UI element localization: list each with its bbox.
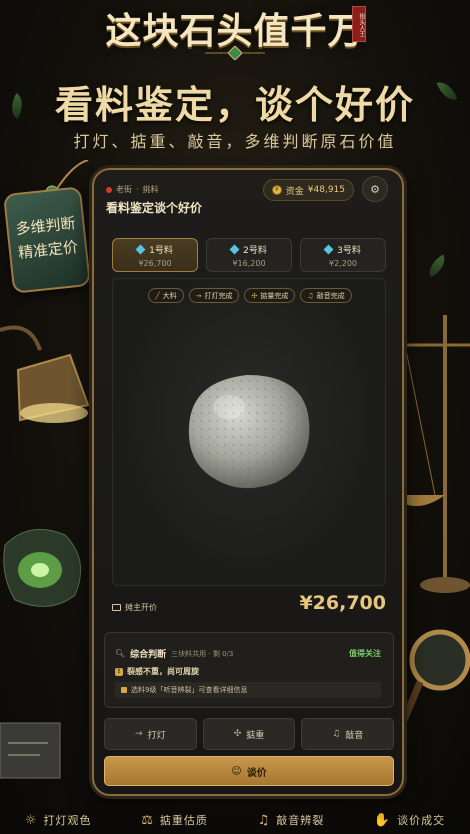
feature-hang-tag: 多维判断 精准定价	[2, 186, 92, 294]
bargain-button[interactable]: ☺ 谈价	[104, 756, 394, 786]
gear-icon: ⚙	[370, 182, 380, 196]
asking-price-row: 摊主开价 ¥26,700	[112, 590, 386, 620]
stone-plaque-decoration	[0, 722, 61, 779]
judgement-hint[interactable]: 选料9级「听音辨裂」可查看详细信息	[115, 682, 381, 698]
stage-title: 看料鉴定谈个好价	[106, 201, 203, 215]
leaf-decoration	[423, 254, 451, 278]
bell-icon: ♫	[332, 729, 341, 739]
funds-label: 资金	[285, 186, 304, 197]
status-chips: ╱ 大料 → 打灯完成 ✣ 掂量完成 ♫ 敲音完成	[113, 288, 387, 303]
judgement-finding: 裂感不重，尚可周旋	[127, 667, 199, 676]
funds-value: ¥48,915	[307, 185, 345, 195]
appraisal-panel: 老街 · 挑料 看料鉴定谈个好价 ¥ 资金 ¥48,915 ⚙ 1号料 ¥26,…	[92, 168, 404, 796]
headline: 看料鉴定，谈个好价	[54, 82, 415, 127]
weight-icon: ✣	[233, 729, 242, 739]
gem-icon	[323, 244, 334, 255]
chip-sound: ♫ 敲音完成	[300, 288, 352, 303]
lock-icon	[121, 687, 127, 693]
step-label: 打灯观色	[43, 814, 92, 827]
alert-icon: !	[115, 667, 123, 676]
title-seal: 街头人王	[352, 6, 366, 42]
chip-label: 掂量完成	[260, 291, 289, 300]
weigh-button-label: 掂重	[246, 730, 265, 741]
knife-icon: ╱	[155, 291, 160, 300]
magnifier-icon: 🔍︎	[115, 649, 126, 658]
tab-stone-price: ¥16,200	[232, 259, 266, 268]
bell-icon: ♫	[307, 291, 314, 300]
settings-button[interactable]: ⚙	[362, 176, 388, 202]
title-ornament	[205, 46, 265, 60]
step-label: 敲音辨裂	[276, 814, 325, 827]
asking-price-label: 摊主开价	[125, 603, 157, 612]
step-label: 谈价成交	[397, 814, 446, 827]
location-separator: ·	[136, 185, 139, 194]
feature-steps: ☼ 打灯观色 ⚖ 掂重估质 ♫ 敲音辨裂 ✋ 谈价成交	[0, 806, 470, 834]
tab-stone-1[interactable]: 1号料 ¥26,700	[112, 238, 198, 272]
knock-button[interactable]: ♫ 敲音	[301, 718, 395, 750]
location-dot-icon	[106, 186, 112, 193]
light-button[interactable]: → 打灯	[104, 718, 197, 750]
tab-stone-2[interactable]: 2号料 ¥16,200	[206, 238, 292, 272]
location-mode: 挑料	[142, 185, 159, 194]
knock-button-label: 敲音	[345, 730, 364, 741]
judgement-status: 值得关注	[349, 649, 381, 658]
step-knock: ♫ 敲音辨裂	[258, 812, 325, 828]
rough-stone-image[interactable]	[181, 369, 317, 493]
step-weigh: ⚖ 掂重估质	[141, 812, 208, 828]
chip-weight: ✣ 掂量完成	[244, 288, 296, 303]
coin-icon: ¥	[271, 185, 282, 195]
funds-badge: ¥ 资金 ¥48,915	[262, 179, 354, 201]
weight-icon: ⚖	[141, 812, 154, 828]
judgement-subtitle: 三块料共用 · 剩 0/3	[171, 649, 234, 658]
tab-stone-3[interactable]: 3号料 ¥2,200	[300, 238, 386, 272]
handshake-icon: ☺	[231, 765, 242, 777]
judgement-hint-text: 选料9级「听音辨裂」可查看详细信息	[131, 686, 248, 694]
magnifier-decoration	[396, 629, 470, 732]
bargain-button-label: 谈价	[246, 767, 267, 779]
tab-stone-price: ¥26,700	[138, 259, 172, 268]
chip-label: 大料	[162, 291, 177, 300]
location-area: 老街	[116, 185, 132, 194]
bargain-icon: ✋	[373, 812, 392, 828]
tab-stone-name: 3号料	[337, 246, 361, 256]
lamp-icon: ☼	[24, 812, 38, 828]
step-label: 掂重估质	[159, 814, 208, 827]
weigh-button[interactable]: ✣ 掂重	[202, 718, 296, 750]
price-tag-icon	[112, 604, 121, 611]
inspection-actions: → 打灯 ✣ 掂重 ♫ 敲音	[104, 718, 395, 750]
chip-label: 敲音完成	[316, 291, 345, 300]
step-light: ☼ 打灯观色	[25, 812, 92, 828]
light-button-label: 打灯	[147, 730, 166, 741]
chip-light: → 打灯完成	[188, 288, 240, 303]
desk-lamp-decoration	[0, 325, 90, 423]
chip-label: 打灯完成	[204, 291, 233, 300]
subline: 打灯、掂重、敲音，多维判断原石价值	[73, 132, 397, 151]
chip-size: ╱ 大料	[148, 288, 184, 303]
stone-tabs: 1号料 ¥26,700 2号料 ¥16,200 3号料 ¥2,200	[112, 238, 386, 272]
light-icon: →	[195, 291, 202, 300]
gem-icon	[229, 244, 240, 255]
step-bargain: ✋ 谈价成交	[374, 812, 445, 828]
light-icon: →	[135, 729, 143, 739]
judgement-title: 综合判断	[130, 650, 167, 660]
asking-price-value: ¥26,700	[299, 592, 386, 614]
gem-icon	[135, 244, 146, 255]
weight-icon: ✣	[251, 291, 258, 300]
tab-stone-name: 2号料	[243, 246, 267, 256]
stone-view-area[interactable]: ╱ 大料 → 打灯完成 ✣ 掂量完成 ♫ 敲音完成	[112, 278, 386, 586]
judgement-box: 🔍︎ 综合判断 三块料共用 · 剩 0/3 值得关注 ! 裂感不重，尚可周旋 选…	[104, 632, 394, 708]
glowing-jade-decoration	[3, 528, 82, 607]
tab-stone-price: ¥2,200	[329, 259, 357, 268]
tab-stone-name: 1号料	[149, 246, 173, 256]
bell-icon: ♫	[257, 812, 271, 828]
